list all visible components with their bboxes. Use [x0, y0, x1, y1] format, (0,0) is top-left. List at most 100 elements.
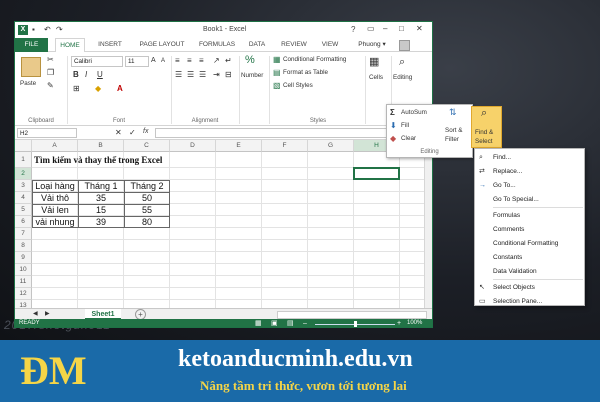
tab-page-layout[interactable]: PAGE LAYOUT — [133, 38, 191, 52]
undo-icon[interactable]: ↶ — [44, 25, 51, 34]
conditional-formatting-button[interactable]: Conditional Formatting — [283, 56, 346, 63]
insert-function-button[interactable]: fx — [143, 128, 148, 135]
italic-button[interactable]: I — [85, 70, 87, 79]
menu-item-select-objects[interactable]: ↖ Select Objects — [475, 281, 584, 295]
close-icon[interactable]: ✕ — [416, 24, 423, 33]
menu-item-selection-pane[interactable]: ▭ Selection Pane... — [475, 295, 584, 309]
find-select-button[interactable]: ⌕ Find & Select — [471, 106, 502, 148]
name-box[interactable]: H2 — [17, 128, 77, 138]
cells-icon[interactable]: ▦ — [369, 57, 379, 68]
font-name-select[interactable]: Calibri — [71, 56, 123, 67]
worksheet-grid[interactable]: ABCDEFGH1234567891011121314Tìm kiếm và t… — [15, 140, 424, 308]
tab-insert[interactable]: INSERT — [93, 38, 127, 52]
column-header[interactable]: A — [32, 140, 78, 152]
table-cell[interactable]: 15 — [78, 205, 124, 215]
decrease-font-icon[interactable]: A — [161, 57, 165, 66]
fill-button[interactable]: Fill — [401, 122, 409, 129]
table-cell[interactable]: 80 — [124, 217, 170, 227]
maximize-icon[interactable]: □ — [399, 24, 404, 33]
table-cell[interactable]: Vải len — [32, 205, 78, 215]
help-button[interactable]: ? — [351, 25, 355, 34]
tab-review[interactable]: REVIEW — [275, 38, 313, 52]
merge-center-icon[interactable]: ⊟ — [225, 70, 232, 79]
table-header-cell[interactable]: Tháng 2 — [124, 181, 170, 191]
row-header[interactable]: 8 — [15, 240, 32, 252]
tab-home[interactable]: HOME — [55, 38, 85, 53]
menu-item-conditional-formatting[interactable]: Conditional Formatting — [475, 237, 584, 251]
next-sheet-icon[interactable]: ▶ — [45, 310, 50, 319]
minimize-icon[interactable]: – — [383, 24, 387, 33]
cell-title[interactable]: Tìm kiếm và thay thế trong Excel — [34, 155, 162, 165]
page-layout-icon[interactable]: ▣ — [271, 319, 278, 327]
borders-icon[interactable]: ⊞ — [73, 84, 80, 93]
indent-icon[interactable]: ⇥ — [213, 70, 220, 79]
column-header[interactable]: G — [308, 140, 354, 152]
row-header[interactable]: 5 — [15, 204, 32, 216]
select-all-corner[interactable] — [15, 140, 32, 152]
row-header[interactable]: 9 — [15, 252, 32, 264]
autosum-button[interactable]: AutoSum — [401, 109, 427, 116]
menu-item-go-to-special[interactable]: Go To Special... — [475, 193, 584, 207]
table-cell[interactable]: 35 — [78, 193, 124, 203]
menu-item-find[interactable]: ⌕ Find... — [475, 151, 584, 165]
cut-icon[interactable]: ✂ — [47, 55, 54, 64]
underline-button[interactable]: U — [97, 70, 103, 79]
horizontal-scrollbar[interactable] — [277, 311, 427, 319]
format-painter-icon[interactable]: ✎ — [47, 81, 54, 90]
vertical-scrollbar[interactable] — [424, 140, 432, 308]
selected-cell[interactable] — [353, 167, 400, 180]
sort-label[interactable]: Sort & — [445, 127, 463, 134]
paste-button[interactable]: Paste — [20, 80, 36, 87]
table-cell[interactable]: 55 — [124, 205, 170, 215]
ribbon-display-icon[interactable]: ▭ — [367, 24, 375, 33]
normal-view-icon[interactable]: ▦ — [255, 319, 262, 327]
column-header[interactable]: F — [262, 140, 308, 152]
table-cell[interactable]: 39 — [78, 217, 124, 227]
row-header[interactable]: 1 — [15, 152, 32, 168]
bottom-align-icon[interactable]: ≡ — [199, 56, 204, 65]
column-header[interactable]: C — [124, 140, 170, 152]
orientation-icon[interactable]: ↗ — [213, 56, 220, 65]
row-header[interactable]: 10 — [15, 264, 32, 276]
cells-button[interactable]: Cells — [369, 74, 383, 81]
align-right-icon[interactable]: ☰ — [199, 70, 206, 79]
tab-file[interactable]: FILE — [15, 38, 48, 52]
row-header[interactable]: 4 — [15, 192, 32, 204]
wrap-text-icon[interactable]: ↵ — [225, 56, 232, 65]
tab-data[interactable]: DATA — [243, 38, 271, 52]
menu-item-data-validation[interactable]: Data Validation — [475, 265, 584, 279]
column-header[interactable]: D — [170, 140, 216, 152]
format-as-table-button[interactable]: Format as Table — [283, 69, 328, 76]
table-cell[interactable]: 50 — [124, 193, 170, 203]
font-size-select[interactable]: 11 — [125, 56, 149, 67]
top-align-icon[interactable]: ≡ — [175, 56, 180, 65]
align-center-icon[interactable]: ☰ — [187, 70, 194, 79]
menu-item-go-to[interactable]: → Go To... — [475, 179, 584, 193]
paste-icon[interactable] — [21, 57, 41, 77]
row-header[interactable]: 2 — [15, 168, 32, 180]
column-header[interactable]: E — [216, 140, 262, 152]
filter-label[interactable]: Filter — [445, 136, 459, 143]
row-header[interactable]: 3 — [15, 180, 32, 192]
percent-icon[interactable]: % — [245, 55, 255, 66]
table-header-cell[interactable]: Tháng 1 — [78, 181, 124, 191]
row-header[interactable]: 11 — [15, 276, 32, 288]
menu-item-constants[interactable]: Constants — [475, 251, 584, 265]
binoculars-icon[interactable]: ⌕ — [399, 57, 405, 68]
row-header[interactable]: 12 — [15, 288, 32, 300]
redo-icon[interactable]: ↷ — [56, 25, 63, 34]
cancel-icon[interactable]: ✕ — [115, 128, 122, 137]
site-name[interactable]: ketoanducminh.edu.vn — [178, 346, 413, 373]
increase-font-icon[interactable]: A — [151, 56, 156, 65]
row-header[interactable]: 13 — [15, 300, 32, 308]
avatar[interactable] — [399, 40, 410, 51]
zoom-slider-thumb[interactable] — [354, 321, 357, 327]
menu-item-replace[interactable]: ⇄ Replace... — [475, 165, 584, 179]
fill-color-icon[interactable]: ◆ — [95, 84, 101, 93]
zoom-out-icon[interactable]: – — [303, 319, 307, 327]
clear-button[interactable]: Clear — [401, 135, 416, 142]
page-break-icon[interactable]: ▤ — [287, 319, 294, 327]
save-icon[interactable]: ▪ — [32, 25, 35, 34]
editing-button[interactable]: Editing — [393, 74, 412, 81]
number-button[interactable]: Number — [241, 72, 263, 79]
